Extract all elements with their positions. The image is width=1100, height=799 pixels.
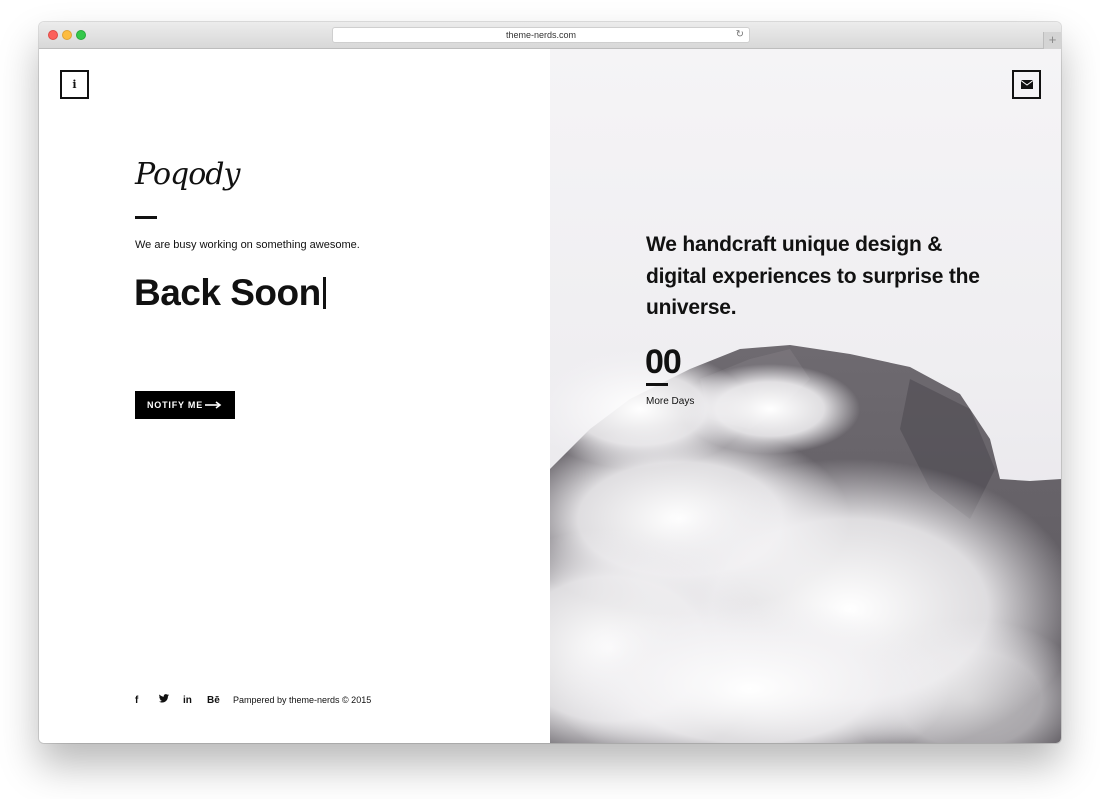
countdown-value: 00 xyxy=(645,343,682,381)
footer: f in Bē Pampered by theme-nerds © 2015 xyxy=(135,693,371,707)
headline-text: Back Soon xyxy=(134,272,321,313)
notify-me-label: NOTIFY ME xyxy=(147,400,204,410)
contact-button[interactable] xyxy=(1012,70,1041,99)
behance-icon[interactable]: Bē xyxy=(207,695,231,706)
left-panel: i Poqody We are busy working on somethin… xyxy=(39,49,550,743)
countdown-label: More Days xyxy=(646,396,695,407)
arrow-right-icon xyxy=(205,401,222,409)
mission-statement: We handcraft unique design & digital exp… xyxy=(646,233,980,319)
mountain-background-image xyxy=(550,345,1061,743)
right-panel: We handcraft unique design & digital exp… xyxy=(550,49,1061,743)
countdown-divider xyxy=(646,383,668,386)
address-bar[interactable]: theme-nerds.com ↻ xyxy=(332,27,750,43)
copyright-text: Pampered by theme-nerds © 2015 xyxy=(233,695,372,705)
page-headline: Back Soon xyxy=(134,272,326,314)
url-text: theme-nerds.com xyxy=(505,30,577,40)
facebook-icon[interactable]: f xyxy=(135,695,159,706)
minimize-window-button[interactable] xyxy=(62,30,72,40)
page-content: i Poqody We are busy working on somethin… xyxy=(39,49,1061,743)
twitter-icon[interactable] xyxy=(159,694,183,706)
info-icon: i xyxy=(72,78,77,91)
linkedin-icon[interactable]: in xyxy=(183,695,207,706)
close-window-button[interactable] xyxy=(48,30,58,40)
browser-window: theme-nerds.com ↻ + i Poqody We are busy… xyxy=(39,22,1061,743)
reload-icon[interactable]: ↻ xyxy=(736,28,744,42)
envelope-icon xyxy=(1020,80,1033,89)
logo-divider xyxy=(135,216,157,219)
notify-me-button[interactable]: NOTIFY ME xyxy=(135,391,235,419)
site-logo[interactable]: Poqody xyxy=(135,157,240,192)
new-tab-button[interactable]: + xyxy=(1043,32,1061,49)
tagline-text: We are busy working on something awesome… xyxy=(135,239,360,251)
typing-caret xyxy=(322,277,326,309)
browser-titlebar: theme-nerds.com ↻ + xyxy=(39,22,1061,49)
plus-icon: + xyxy=(1048,32,1057,47)
info-button[interactable]: i xyxy=(60,70,89,99)
maximize-window-button[interactable] xyxy=(76,30,86,40)
twitter-bird-glyph xyxy=(159,694,169,703)
